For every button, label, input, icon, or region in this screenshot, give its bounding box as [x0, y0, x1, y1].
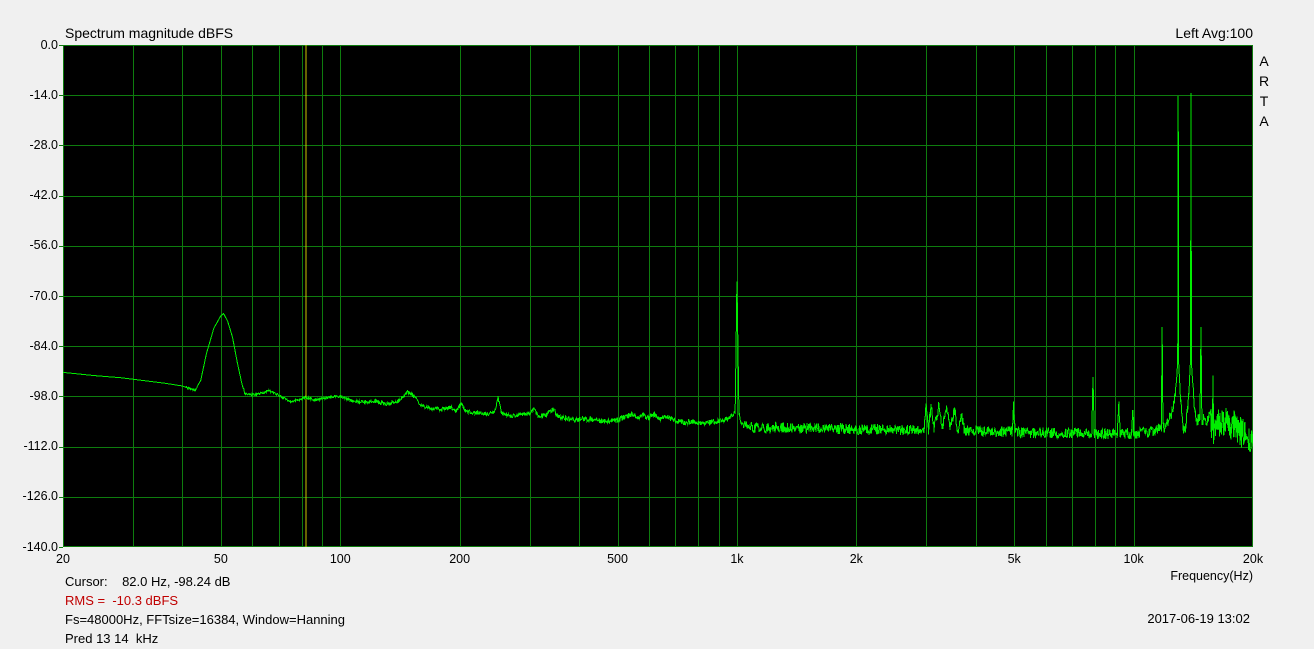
chart-title: Spectrum magnitude dBFS [65, 25, 234, 41]
arta-logo-letter: T [1259, 93, 1269, 109]
x-tick-label: 2k [849, 552, 863, 566]
y-tick-label: -126.0 [22, 489, 58, 504]
y-tick-label: -112.0 [23, 439, 58, 454]
y-tick-mark [59, 196, 63, 197]
spectrum-plot[interactable] [63, 45, 1253, 547]
y-tick-mark [59, 296, 63, 297]
arta-logo-letter: A [1259, 53, 1269, 69]
arta-logo-letter: A [1259, 113, 1269, 129]
arta-spectrum-window: Spectrum magnitude dBFS Left Avg:100 0.0… [0, 0, 1314, 649]
arta-logo: ARTA [1256, 51, 1272, 131]
status-pred: Pred 13 14 kHz [65, 631, 159, 646]
spectrum-plot-canvas[interactable] [63, 45, 1253, 547]
y-tick-label: -42.0 [29, 188, 59, 203]
y-tick-mark [59, 246, 63, 247]
y-tick-mark [59, 497, 63, 498]
status-settings: Fs=48000Hz, FFTsize=16384, Window=Hannin… [65, 612, 346, 627]
y-tick-mark [59, 447, 63, 448]
x-tick-label: 1k [730, 552, 744, 566]
y-tick-mark [59, 95, 63, 96]
y-tick-mark [59, 145, 63, 146]
y-tick-mark [59, 547, 63, 548]
x-tick-label: 20 [56, 552, 70, 566]
x-tick-label: 100 [329, 552, 351, 566]
y-tick-label: -56.0 [29, 238, 59, 253]
x-axis-title: Frequency(Hz) [1170, 569, 1253, 583]
y-tick-label: -70.0 [29, 288, 59, 303]
x-tick-label: 5k [1007, 552, 1021, 566]
y-tick-label: -28.0 [29, 137, 59, 152]
status-rms: RMS = -10.3 dBFS [65, 593, 179, 608]
arta-logo-letter: R [1258, 73, 1270, 89]
status-cursor: Cursor: 82.0 Hz, -98.24 dB [65, 574, 231, 589]
y-tick-label: -98.0 [29, 388, 59, 403]
x-tick-label: 200 [449, 552, 471, 566]
channel-avg-label: Left Avg:100 [1175, 25, 1253, 41]
y-tick-mark [59, 396, 63, 397]
x-tick-label: 500 [607, 552, 628, 566]
y-tick-label: -84.0 [29, 338, 59, 353]
x-tick-label: 10k [1123, 552, 1144, 566]
x-tick-label: 50 [213, 552, 228, 566]
y-tick-mark [59, 346, 63, 347]
y-tick-mark [59, 45, 63, 46]
x-tick-label: 20k [1242, 552, 1264, 566]
status-datetime: 2017-06-19 13:02 [1147, 611, 1250, 626]
y-tick-label: -14.0 [29, 87, 59, 102]
y-tick-label: 0.0 [40, 37, 58, 52]
